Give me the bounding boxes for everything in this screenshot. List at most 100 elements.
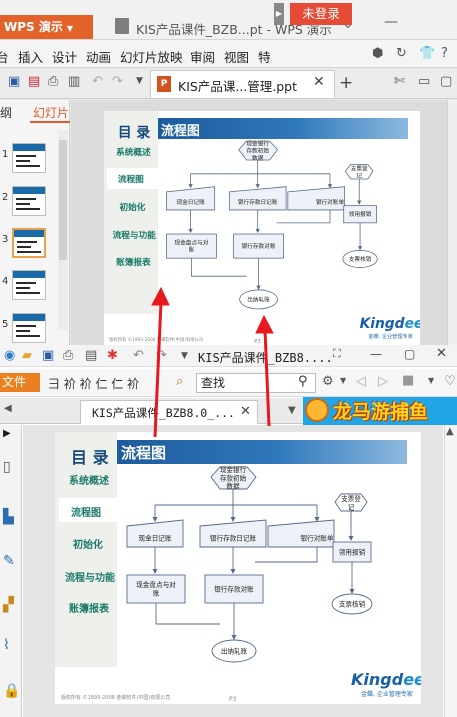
bookmark-icon[interactable]: ▙: [3, 509, 14, 525]
flow-arrowhead: [230, 569, 236, 574]
print-preview-icon[interactable]: ▥: [68, 74, 80, 89]
flow-input-label: 银行对账单: [301, 533, 334, 542]
flow-input-label: 银行存款日记账: [238, 198, 278, 206]
lock-icon[interactable]: 🔒: [3, 683, 20, 699]
favorite-icon[interactable]: ♡: [444, 374, 456, 389]
canvas-scrollbar[interactable]: [447, 100, 457, 345]
chevron-down-icon[interactable]: ▼: [340, 376, 346, 385]
undo-icon[interactable]: ↶: [92, 74, 103, 89]
flow-reconcile-label: 银行存款对账: [242, 242, 276, 250]
menu-item-insert[interactable]: 插入: [18, 47, 43, 66]
menu-item-start[interactable]: 台: [0, 47, 9, 66]
minimize-icon[interactable]: —: [370, 347, 382, 361]
print-icon[interactable]: ⎙: [48, 74, 58, 89]
menu-item-slideshow[interactable]: 幻灯片放映: [120, 47, 183, 66]
ppt-file-icon: P: [157, 76, 171, 92]
tab-outline[interactable]: 纲: [0, 104, 12, 121]
flow-arrowhead: [349, 589, 355, 594]
menu-item-special[interactable]: 特: [258, 47, 271, 66]
ad-banner-text: 龙马游捕鱼: [333, 401, 429, 423]
panel-scrollbar-thumb[interactable]: [59, 140, 67, 260]
shirt-icon[interactable]: 👕: [419, 46, 435, 61]
chevron-left-icon[interactable]: ◀: [4, 403, 12, 414]
pin-icon[interactable]: ✄: [394, 74, 405, 89]
stamp-icon[interactable]: ▞: [3, 597, 14, 613]
slide-thumbnail[interactable]: [12, 270, 46, 300]
close-tab-icon[interactable]: ✕: [240, 404, 251, 419]
new-doc-icon[interactable]: ✱: [107, 348, 118, 363]
slide-thumbnail[interactable]: [12, 313, 46, 343]
next-icon[interactable]: ▷: [378, 374, 388, 389]
print-icon[interactable]: ⎙: [63, 348, 73, 363]
page-icon[interactable]: ▯: [3, 459, 11, 475]
maximize-icon[interactable]: ▢: [404, 347, 415, 361]
menu-item-review[interactable]: 审阅: [190, 47, 215, 66]
flowchart-diagram: 现金银行存款初始数据现金日记账 银行存款日记账 银行对账单现金盘点与对账银行存款对账…: [126, 465, 373, 663]
chevron-down-icon[interactable]: ▼: [428, 376, 434, 385]
chevron-down-icon: ▼: [66, 24, 74, 33]
pdf-scrollbar[interactable]: [444, 425, 457, 717]
settings-icon[interactable]: ⚙: [322, 374, 334, 389]
flow-arrowhead: [152, 517, 158, 522]
help-icon[interactable]: ?: [441, 46, 448, 61]
redo-icon[interactable]: ↷: [112, 74, 123, 89]
new-tab-icon[interactable]: +: [339, 73, 353, 93]
search-icon[interactable]: ⚲: [298, 374, 308, 389]
redo-icon[interactable]: ↷: [156, 348, 167, 363]
previous-icon[interactable]: ◁: [356, 374, 366, 389]
flow-side-use-label: 领用报销: [339, 547, 366, 556]
flow-end-label: 出纳轧账: [221, 646, 248, 655]
menu-item-design[interactable]: 设计: [52, 47, 77, 66]
flow-side-end-label: 支票核销: [349, 255, 372, 263]
tab-slides[interactable]: 幻灯片: [33, 104, 69, 121]
window-mode-icon[interactable]: ▢: [440, 74, 452, 89]
save-icon[interactable]: ▣: [8, 74, 20, 89]
wps-app-menu-button[interactable]: WPS 演示 ▼: [0, 15, 93, 39]
flow-arrowhead: [255, 228, 260, 234]
fit-window-icon[interactable]: ⛶: [333, 347, 341, 361]
flow-end-label: 出纳轧账: [247, 295, 270, 303]
active-tab-indicator: [30, 121, 70, 123]
slide-thumbnail[interactable]: [12, 228, 46, 258]
document-icon: [115, 18, 129, 34]
slide-thumbnail[interactable]: [12, 186, 46, 216]
undo-icon[interactable]: ↶: [133, 348, 144, 363]
toolbar-more-icon[interactable]: ▼: [181, 351, 188, 361]
slide-preview-top[interactable]: 目 录流程图系统概述流程图初始化流程与功能账簿报表Kingdee金蝶, 企业管理…: [104, 111, 420, 345]
menu-item-view[interactable]: 视图: [224, 47, 249, 66]
flow-side-end-label: 支票核销: [339, 599, 366, 608]
attachment-icon[interactable]: ⌇: [3, 637, 10, 653]
edit-icon[interactable]: ✎: [3, 553, 15, 569]
pdf-window-title: KIS产品课件_BZB8....: [198, 351, 333, 365]
tab-list-icon[interactable]: ▼: [288, 405, 296, 416]
chevron-right-icon[interactable]: ▶: [3, 428, 11, 439]
menu-item-animation[interactable]: 动画: [86, 47, 111, 66]
layout-icon[interactable]: ▭: [418, 74, 430, 89]
skin-icon[interactable]: ⬢: [372, 46, 383, 61]
open-folder-icon[interactable]: ▰: [22, 348, 32, 363]
flow-input-node: [166, 186, 216, 211]
flow-arrowhead: [256, 285, 261, 290]
flow-arrowhead: [348, 536, 354, 541]
find-icon[interactable]: ⌕: [176, 374, 183, 389]
flow-input-label: 银行存款日记账: [210, 533, 257, 542]
thumbnail-number: 5: [2, 319, 9, 330]
scroll-up-icon[interactable]: ▲: [446, 426, 454, 437]
login-button[interactable]: 未登录: [290, 3, 352, 25]
refresh-icon[interactable]: ↻: [396, 46, 407, 61]
close-window-icon[interactable]: ✕: [436, 346, 447, 361]
slide-thumbnail[interactable]: [12, 143, 46, 173]
toolbar-more-icon[interactable]: ▼: [136, 76, 143, 86]
avatar-icon[interactable]: ■: [402, 373, 414, 388]
close-tab-icon[interactable]: ✕: [313, 74, 325, 90]
minimize-icon[interactable]: —: [384, 14, 398, 30]
file-menu-button[interactable]: 文件: [0, 373, 40, 392]
menu-glyph-strip[interactable]: 彐 衸 衸 仁 仁 衸: [48, 375, 139, 392]
export-pdf-icon[interactable]: ▤: [28, 74, 40, 89]
flow-arrowhead: [255, 184, 260, 189]
chevron-right-icon[interactable]: ▶: [274, 3, 284, 25]
flow-input-label: 银行对账单: [316, 198, 345, 206]
email-icon[interactable]: ▤: [85, 348, 97, 363]
slide-page-pdf[interactable]: 目 录流程图系统概述流程图初始化流程与功能账簿报表Kingdee金蝶, 企业管理…: [55, 432, 421, 704]
save-icon[interactable]: ▣: [42, 348, 54, 363]
